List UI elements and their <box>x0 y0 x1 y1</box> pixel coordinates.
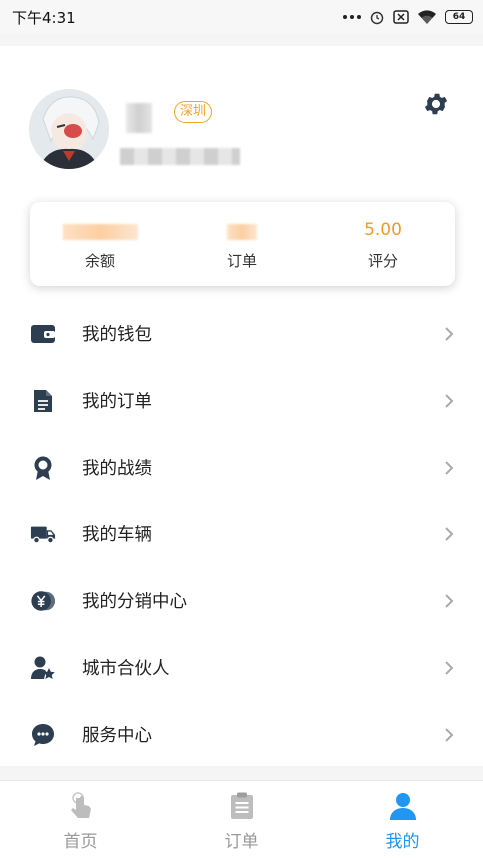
stat-balance[interactable]: 余额 <box>30 202 170 286</box>
sim-off-icon <box>393 10 409 24</box>
gear-icon[interactable] <box>422 90 450 118</box>
stat-rating-value: 5.00 <box>364 220 402 240</box>
menu-item-distribution[interactable]: 我的分销中心 <box>0 567 483 634</box>
user-star-icon <box>30 655 56 681</box>
menu-label-achievements: 我的战绩 <box>82 459 152 479</box>
truck-icon <box>30 521 56 547</box>
chevron-right-icon <box>445 526 454 541</box>
battery-icon: 64 <box>445 10 473 24</box>
chevron-right-icon <box>445 593 454 608</box>
menu-item-vehicles[interactable]: 我的车辆 <box>0 500 483 567</box>
status-icons: 64 <box>343 9 473 25</box>
tab-mine-label: 我的 <box>385 832 420 852</box>
menu-item-city-partner[interactable]: 城市合伙人 <box>0 634 483 701</box>
tap-hand-icon <box>71 792 91 818</box>
menu-item-achievements[interactable]: 我的战绩 <box>0 434 483 501</box>
stat-orders-value <box>172 220 312 242</box>
user-icon <box>390 793 416 820</box>
chevron-right-icon <box>445 727 454 742</box>
tab-mine[interactable]: 我的 <box>322 781 483 858</box>
header-spacer <box>0 34 483 46</box>
stats-card: 余额 订单 5.00 评分 <box>30 202 455 286</box>
alarm-icon <box>370 11 384 25</box>
stat-orders[interactable]: 订单 <box>172 202 312 286</box>
avatar[interactable] <box>29 89 109 169</box>
clipboard-icon <box>231 792 253 819</box>
document-icon <box>30 388 56 414</box>
menu-label-wallet: 我的钱包 <box>82 325 152 345</box>
stat-rating[interactable]: 5.00 评分 <box>313 202 453 286</box>
wifi-icon <box>418 10 436 24</box>
stat-orders-label: 订单 <box>226 252 257 270</box>
menu-label-distribution: 我的分销中心 <box>82 592 187 612</box>
chevron-right-icon <box>445 393 454 408</box>
tab-orders[interactable]: 订单 <box>161 781 322 858</box>
city-tag: 深圳 <box>174 101 213 123</box>
service-chat-icon <box>30 722 56 748</box>
wallet-icon <box>30 321 56 347</box>
status-time: 下午4:31 <box>12 8 76 27</box>
tab-home-label: 首页 <box>63 832 98 852</box>
tab-orders-label: 订单 <box>224 832 259 852</box>
phone-blurred <box>120 148 240 165</box>
menu-label-vehicles: 我的车辆 <box>82 525 152 545</box>
chevron-right-icon <box>445 660 454 675</box>
menu-label-city-partner: 城市合伙人 <box>82 659 170 679</box>
menu-item-wallet[interactable]: 我的钱包 <box>0 300 483 367</box>
menu-label-service-center: 服务中心 <box>82 726 152 746</box>
stat-balance-label: 余额 <box>84 252 115 270</box>
award-ribbon-icon <box>30 455 56 481</box>
username-blurred <box>126 103 152 133</box>
chevron-right-icon <box>445 326 454 341</box>
yuan-coin-icon <box>30 588 56 614</box>
bottom-spacer <box>0 766 483 780</box>
menu-item-service-center[interactable]: 服务中心 <box>0 701 483 768</box>
tab-home[interactable]: 首页 <box>0 781 161 858</box>
more-dots-icon <box>343 15 361 19</box>
status-bar: 下午4:31 64 <box>0 0 483 34</box>
stat-balance-value <box>30 220 170 242</box>
tab-bar: 首页 订单 我的 <box>0 780 483 858</box>
stat-rating-label: 评分 <box>367 252 398 270</box>
chevron-right-icon <box>445 460 454 475</box>
menu-label-orders: 我的订单 <box>82 392 152 412</box>
menu-item-orders[interactable]: 我的订单 <box>0 367 483 434</box>
